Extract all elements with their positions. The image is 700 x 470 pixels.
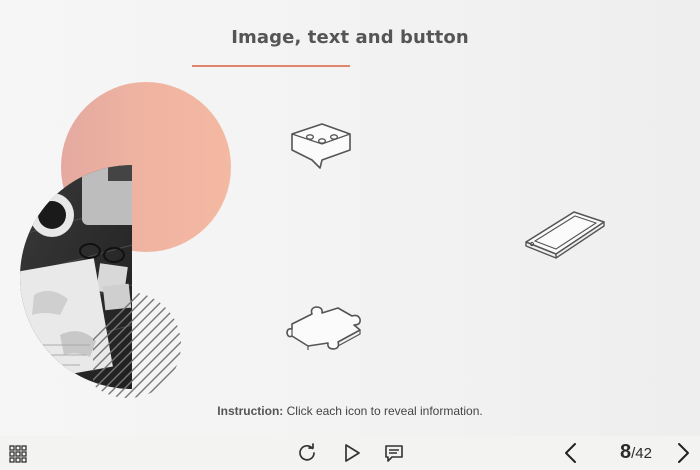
smartphone-icon[interactable] <box>522 208 610 268</box>
chat-bubble-icon[interactable] <box>286 120 358 172</box>
title-underline <box>192 65 350 67</box>
grid-menu-icon[interactable] <box>9 445 27 463</box>
chevron-right-icon[interactable] <box>674 442 692 464</box>
slide-title: Image, text and button <box>231 27 469 48</box>
slide-canvas: Image, text and button Instruction: Clic… <box>0 0 700 436</box>
total-pages: /42 <box>631 445 652 462</box>
current-page: 8 <box>620 441 632 463</box>
instruction-label: Instruction: <box>217 404 284 418</box>
replay-icon[interactable] <box>297 443 317 463</box>
page-counter: 8/42 <box>620 441 652 465</box>
player-control-bar: 8/42 <box>0 436 700 470</box>
puzzle-piece-icon[interactable] <box>286 302 366 352</box>
decorative-stripes-circle <box>93 292 181 398</box>
instruction-body: Click each icon to reveal information. <box>283 404 483 418</box>
play-icon[interactable] <box>342 443 362 463</box>
chevron-left-icon[interactable] <box>562 442 580 464</box>
comment-icon[interactable] <box>384 443 404 463</box>
instruction-text: Instruction: Click each icon to reveal i… <box>0 404 700 418</box>
